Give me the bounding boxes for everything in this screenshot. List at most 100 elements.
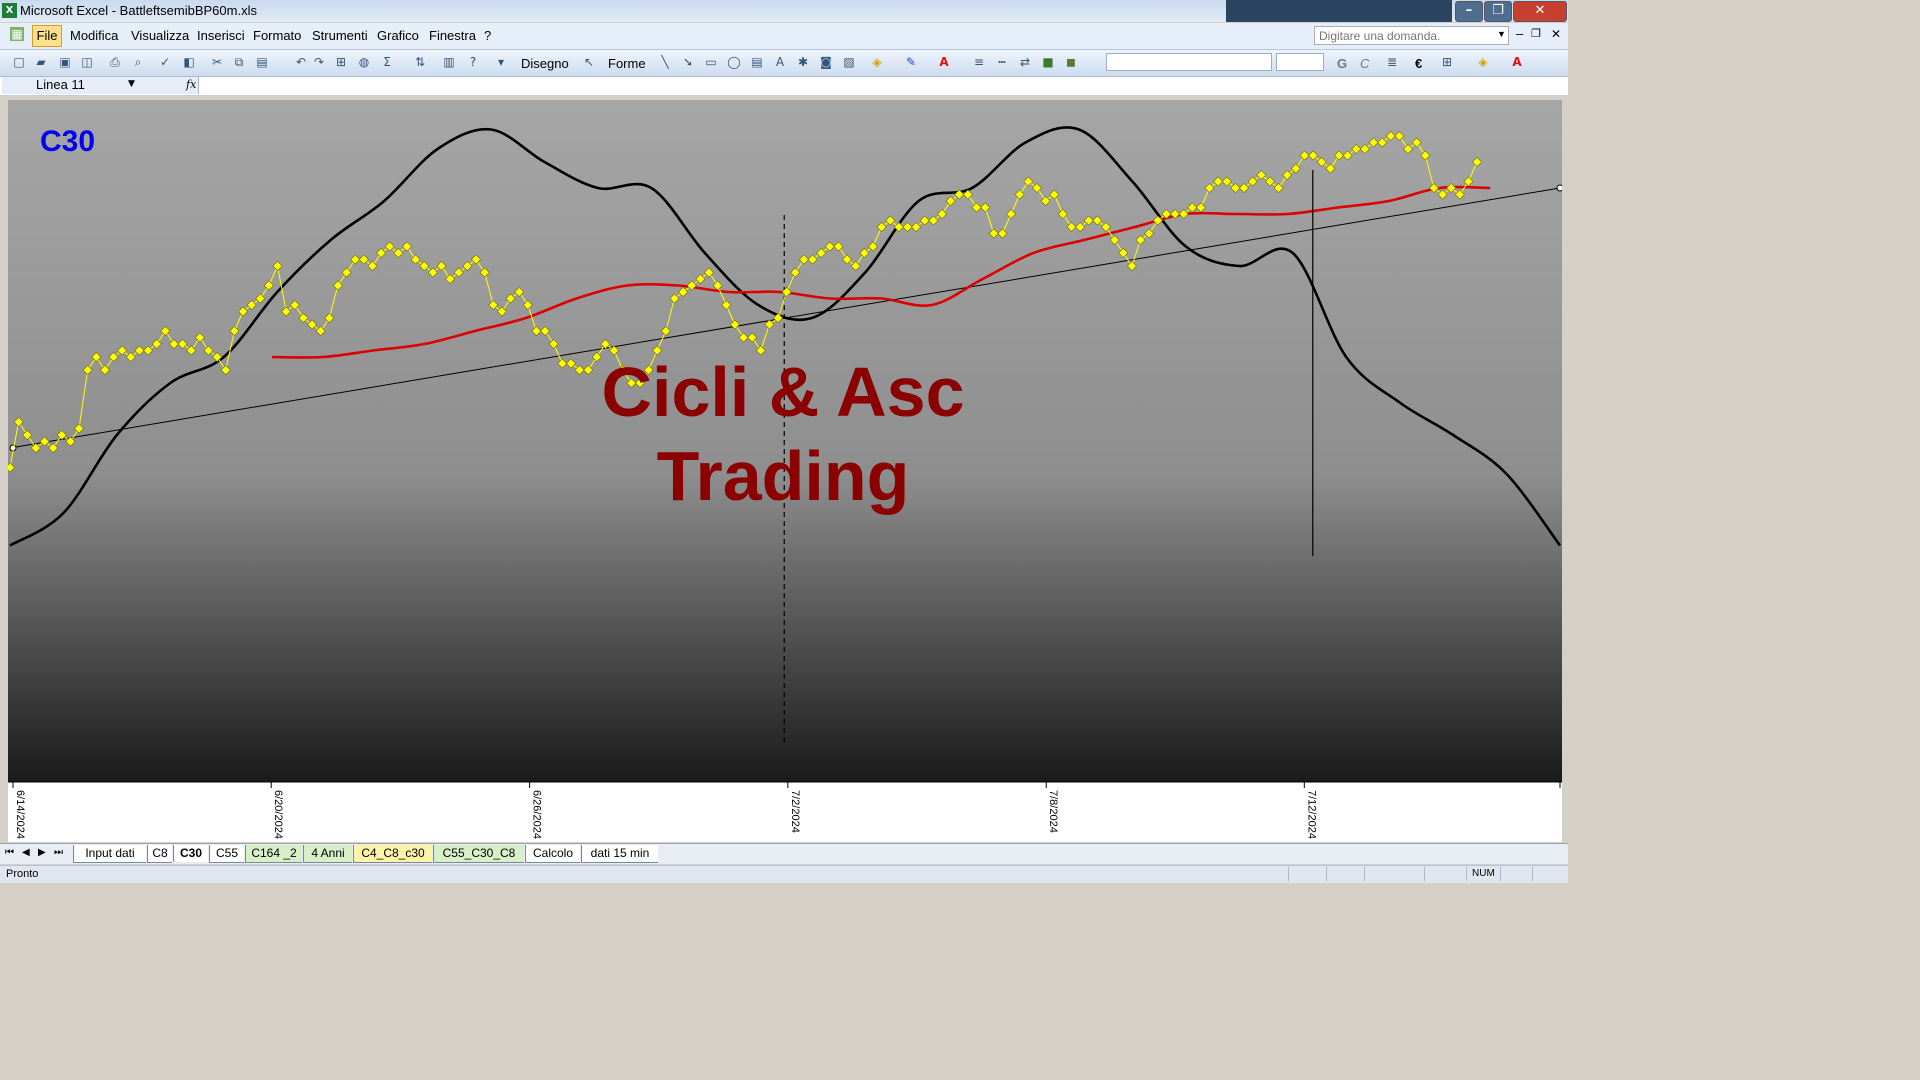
shapes-menu[interactable]: Forme xyxy=(608,56,646,71)
hyperlink-icon[interactable]: ⊞ xyxy=(334,55,348,69)
undo-icon[interactable]: ↶ xyxy=(294,55,308,69)
close-button[interactable]: ✕ xyxy=(1513,1,1567,22)
oval-icon[interactable]: ◯ xyxy=(727,55,741,69)
diagram-icon[interactable]: ✱ xyxy=(796,55,810,69)
workbook-minimize-icon[interactable]: – xyxy=(1516,26,1523,41)
toolbar-options-icon[interactable]: ▾ xyxy=(496,55,506,69)
chart-svg[interactable]: Cicli & AscTrading C30 6/14/2024 6/20/2024… xyxy=(8,100,1562,842)
status-cell xyxy=(1288,867,1289,881)
minimize-button[interactable]: – xyxy=(1455,1,1483,22)
sheet-tab[interactable]: dati 15 min xyxy=(581,845,658,863)
sheet-icon[interactable]: ▦ xyxy=(10,27,24,41)
font-name-combo[interactable] xyxy=(1106,53,1272,71)
redo-icon[interactable]: ↷ xyxy=(312,55,326,69)
select-objects-icon[interactable]: ↖ xyxy=(582,55,596,69)
line-color-icon[interactable]: ✎ xyxy=(904,55,918,69)
sheet-tab[interactable]: C164 _2 xyxy=(245,845,302,863)
next-sheet-icon[interactable]: ▶ xyxy=(38,847,46,858)
menu-inserisci[interactable]: Inserisci xyxy=(197,28,245,43)
menu-strumenti[interactable]: Strumenti xyxy=(312,28,368,43)
x-tick-label: 7/2/2024 xyxy=(789,790,801,833)
sheet-tab[interactable]: Input dati xyxy=(73,845,146,863)
status-cell xyxy=(1466,867,1467,881)
name-box-dropdown-icon[interactable]: ▼ xyxy=(128,79,135,89)
spelling-icon[interactable]: ✓ xyxy=(158,55,172,69)
3d-style-icon[interactable]: ◼ xyxy=(1064,55,1078,69)
paste-icon[interactable]: ▤ xyxy=(255,55,269,69)
align-icon[interactable]: ≣ xyxy=(1385,55,1399,69)
wordart-icon[interactable]: A xyxy=(773,55,787,69)
prev-sheet-icon[interactable]: ◀ xyxy=(22,847,30,858)
name-box[interactable]: Linea 11 ▼ fx xyxy=(2,77,199,94)
borders-icon[interactable]: ⊞ xyxy=(1440,55,1454,69)
menu-visualizza[interactable]: Visualizza xyxy=(131,28,189,43)
print-preview-icon[interactable]: ⌕ xyxy=(131,55,145,69)
menu-formato[interactable]: Formato xyxy=(253,28,301,43)
fill-color-icon[interactable]: ◈ xyxy=(870,55,884,69)
sheet-tab[interactable]: 4 Anni xyxy=(303,845,352,863)
line-icon[interactable]: ╲ xyxy=(658,55,672,69)
print-icon[interactable]: ⎙ xyxy=(108,55,122,69)
arrow-style-icon[interactable]: ⇄ xyxy=(1018,55,1032,69)
euro-button[interactable]: € xyxy=(1415,56,1422,71)
italic-button[interactable]: C xyxy=(1360,56,1369,71)
dash-style-icon[interactable]: ┅ xyxy=(995,55,1009,69)
chart-area[interactable]: Cicli & Asc Trading C30 6/14/2024 6/20/2024… xyxy=(8,100,1562,842)
last-sheet-icon[interactable]: ⏭ xyxy=(54,847,63,858)
workbook-restore-icon[interactable]: ❐ xyxy=(1531,27,1541,40)
menu-finestra[interactable]: Finestra xyxy=(429,28,476,43)
cell-font-color-icon[interactable]: A xyxy=(1510,55,1524,69)
menu-help[interactable]: ? xyxy=(484,28,491,43)
sheet-tab[interactable]: C30 xyxy=(173,845,208,862)
ask-dropdown-icon[interactable]: ▼ xyxy=(1497,29,1506,39)
draw-menu[interactable]: Disegno xyxy=(521,56,569,71)
shadow-icon[interactable]: ■ xyxy=(1041,55,1055,69)
window-titlebar: X Microsoft Excel - BattleftsemibBP60m.x… xyxy=(0,0,1568,22)
save-icon[interactable]: ▣ xyxy=(58,55,72,69)
sheet-tab[interactable]: C4_C8_c30 xyxy=(353,845,432,863)
textbox-icon[interactable]: ▤ xyxy=(750,55,764,69)
research-icon[interactable]: ◧ xyxy=(182,55,196,69)
cell-fill-icon[interactable]: ◈ xyxy=(1476,55,1490,69)
menu-bar: ▦ File Modifica Visualizza Inserisci For… xyxy=(0,23,1568,50)
name-box-value: Linea 11 xyxy=(36,77,85,92)
status-cell xyxy=(1364,867,1365,881)
arrow-icon[interactable]: ➘ xyxy=(681,55,695,69)
workbook-close-icon[interactable]: ✕ xyxy=(1551,27,1561,41)
help-icon[interactable]: ? xyxy=(466,55,480,69)
sheet-tab[interactable]: C55 xyxy=(209,845,244,863)
font-color-icon[interactable]: A xyxy=(937,55,951,69)
sheet-tab[interactable]: C55_C30_C8 xyxy=(433,845,524,863)
bold-button[interactable]: G xyxy=(1337,56,1347,71)
copy-icon[interactable]: ⧉ xyxy=(232,55,246,69)
menu-file[interactable]: File xyxy=(32,25,62,47)
watermark-line-2: Trading xyxy=(657,437,910,515)
sheet-tab[interactable]: Calcolo xyxy=(525,845,580,863)
x-tick-label: 6/14/2024 xyxy=(14,790,26,839)
status-text: Pronto xyxy=(6,868,39,880)
new-icon[interactable]: □ xyxy=(12,55,26,69)
trendline-handle xyxy=(1556,184,1562,192)
sheet-tab-bar: ⏮ ◀ ▶ ⏭ Input dati C8 C30 C55 C164 _2 4 Anni C… xyxy=(0,843,1568,864)
open-icon[interactable]: ▰ xyxy=(34,55,48,69)
menu-grafico[interactable]: Grafico xyxy=(377,28,419,43)
line-style-icon[interactable]: ≡ xyxy=(972,55,986,69)
rectangle-icon[interactable]: ▭ xyxy=(704,55,718,69)
permission-icon[interactable]: ◫ xyxy=(80,55,94,69)
restore-button[interactable]: ❐ xyxy=(1484,1,1512,22)
sort-icon[interactable]: ⇅ xyxy=(413,55,427,69)
excel-icon[interactable]: X xyxy=(2,3,17,18)
autosum-icon[interactable]: Σ xyxy=(380,55,394,69)
cut-icon[interactable]: ✂ xyxy=(210,55,224,69)
font-size-combo[interactable] xyxy=(1276,53,1324,71)
picture-icon[interactable]: ▨ xyxy=(842,55,856,69)
clipart-icon[interactable]: ◙ xyxy=(819,55,833,69)
first-sheet-icon[interactable]: ⏮ xyxy=(5,847,14,858)
status-cell xyxy=(1326,867,1327,881)
ask-question-input[interactable]: Digitare una domanda. xyxy=(1314,26,1509,45)
insert-function-icon[interactable]: fx xyxy=(186,78,196,91)
map-icon[interactable]: ◍ xyxy=(357,55,371,69)
chart-wizard-icon[interactable]: ▥ xyxy=(442,55,456,69)
sheet-tab[interactable]: C8 xyxy=(147,845,172,863)
menu-modifica[interactable]: Modifica xyxy=(70,28,118,43)
